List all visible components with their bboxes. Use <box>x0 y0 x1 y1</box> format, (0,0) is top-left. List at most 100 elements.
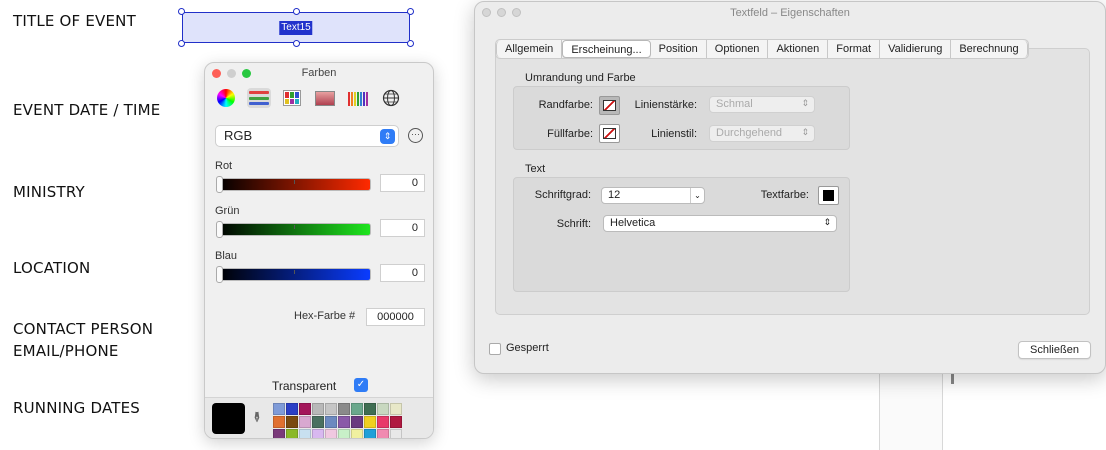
pencils-icon[interactable] <box>346 88 370 108</box>
resize-handle[interactable] <box>293 40 300 47</box>
field-name-tag: Text15 <box>279 20 313 35</box>
resize-handle[interactable] <box>407 8 414 15</box>
blue-slider[interactable] <box>216 266 371 283</box>
tab-erscheinung[interactable]: Erscheinung... <box>562 40 651 58</box>
doc-label-event-date: EVENT DATE / TIME <box>13 101 161 119</box>
palettes-icon[interactable] <box>280 88 304 108</box>
chevron-updown-icon: ⇕ <box>801 98 809 108</box>
color-swatch[interactable] <box>299 416 311 428</box>
color-swatch[interactable] <box>351 429 363 438</box>
green-slider-knob[interactable] <box>216 221 223 238</box>
hex-color-label: Hex-Farbe # <box>294 310 356 322</box>
red-slider-knob[interactable] <box>216 176 223 193</box>
color-swatch[interactable] <box>338 416 350 428</box>
color-model-select[interactable]: RGB ⇕ <box>215 125 399 147</box>
tab-aktionen[interactable]: Aktionen <box>768 40 829 58</box>
color-swatch[interactable] <box>390 429 402 438</box>
line-width-select[interactable]: Schmal ⇕ <box>709 96 815 113</box>
green-slider[interactable] <box>216 221 371 238</box>
font-label: Schrift: <box>556 218 591 230</box>
color-swatch[interactable] <box>364 403 376 415</box>
colors-title: Farben <box>301 67 337 79</box>
color-swatch[interactable] <box>338 403 350 415</box>
doc-label-title-of-event: TITLE OF EVENT <box>13 12 136 30</box>
color-swatch[interactable] <box>390 403 402 415</box>
text-section-title: Text <box>525 163 546 175</box>
green-label: Grün <box>215 205 240 217</box>
properties-window: Textfeld – Eigenschaften Allgemein Ersch… <box>474 1 1106 374</box>
more-options-icon[interactable]: ··· <box>408 128 423 143</box>
locked-checkbox[interactable] <box>489 343 501 355</box>
web-icon[interactable] <box>379 88 403 108</box>
color-swatch[interactable] <box>364 416 376 428</box>
font-select[interactable]: Helvetica ⇕ <box>603 215 837 232</box>
color-swatch[interactable] <box>351 416 363 428</box>
close-button[interactable]: Schließen <box>1018 341 1091 359</box>
font-size-combo[interactable]: 12 ⌄ <box>601 187 705 204</box>
image-palette-icon[interactable] <box>313 88 337 108</box>
color-swatch[interactable] <box>377 403 389 415</box>
red-value-field[interactable]: 0 <box>380 174 425 192</box>
tab-position[interactable]: Position <box>650 40 707 58</box>
green-value-field[interactable]: 0 <box>380 219 425 237</box>
properties-title: Textfeld – Eigenschaften <box>730 7 850 19</box>
swatch-grid <box>273 403 402 438</box>
border-color-well[interactable] <box>599 96 620 115</box>
text-color-well[interactable] <box>818 186 839 205</box>
line-style-select[interactable]: Durchgehend ⇕ <box>709 125 815 142</box>
color-swatch[interactable] <box>312 429 324 438</box>
sliders-icon[interactable] <box>247 88 271 108</box>
chevron-updown-icon: ⇕ <box>823 217 831 227</box>
chevron-updown-icon: ⇕ <box>801 127 809 137</box>
fill-color-well[interactable] <box>599 124 620 143</box>
color-swatch[interactable] <box>273 416 285 428</box>
color-swatch[interactable] <box>377 416 389 428</box>
color-swatch[interactable] <box>273 403 285 415</box>
color-swatch[interactable] <box>312 416 324 428</box>
color-swatch[interactable] <box>377 429 389 438</box>
chevron-down-icon[interactable]: ⌄ <box>690 188 704 203</box>
color-mode-toolbar <box>214 88 403 108</box>
color-model-value: RGB <box>224 128 253 143</box>
color-swatch[interactable] <box>325 403 337 415</box>
color-swatch[interactable] <box>351 403 363 415</box>
red-slider[interactable] <box>216 176 371 193</box>
tab-validierung[interactable]: Validierung <box>880 40 952 58</box>
line-style-label: Linienstil: <box>651 128 697 140</box>
resize-handle[interactable] <box>178 40 185 47</box>
transparent-checkbox[interactable]: ✓ <box>354 378 368 392</box>
tab-allgemein[interactable]: Allgemein <box>496 40 563 58</box>
color-swatch[interactable] <box>390 416 402 428</box>
color-swatch[interactable] <box>286 429 298 438</box>
doc-label-email-phone: EMAIL/PHONE <box>13 342 119 360</box>
font-size-label: Schriftgrad: <box>534 189 591 201</box>
resize-handle[interactable] <box>178 8 185 15</box>
border-section-title: Umrandung und Farbe <box>525 72 636 84</box>
tab-optionen[interactable]: Optionen <box>706 40 769 58</box>
color-swatch[interactable] <box>299 429 311 438</box>
doc-label-ministry: MINISTRY <box>13 183 85 201</box>
color-swatch[interactable] <box>325 416 337 428</box>
color-wheel-icon[interactable] <box>214 88 238 108</box>
color-swatch[interactable] <box>273 429 285 438</box>
blue-slider-knob[interactable] <box>216 266 223 283</box>
properties-titlebar: Textfeld – Eigenschaften <box>475 2 1105 24</box>
color-swatch[interactable] <box>299 403 311 415</box>
hex-color-field[interactable]: 000000 <box>366 308 425 326</box>
color-swatch[interactable] <box>325 429 337 438</box>
tab-format[interactable]: Format <box>828 40 881 58</box>
tab-berechnung[interactable]: Berechnung <box>951 40 1028 58</box>
eyedropper-icon[interactable]: ✒ <box>247 411 265 424</box>
color-swatch[interactable] <box>286 403 298 415</box>
blue-value-field[interactable]: 0 <box>380 264 425 282</box>
resize-handle[interactable] <box>407 40 414 47</box>
line-width-label: Linienstärke: <box>634 99 697 111</box>
text-field-title[interactable]: Text15 <box>178 8 414 47</box>
resize-handle[interactable] <box>293 8 300 15</box>
red-label: Rot <box>215 160 233 172</box>
color-swatch[interactable] <box>364 429 376 438</box>
current-color-well[interactable] <box>212 403 245 434</box>
color-swatch[interactable] <box>286 416 298 428</box>
color-swatch[interactable] <box>338 429 350 438</box>
color-swatch[interactable] <box>312 403 324 415</box>
